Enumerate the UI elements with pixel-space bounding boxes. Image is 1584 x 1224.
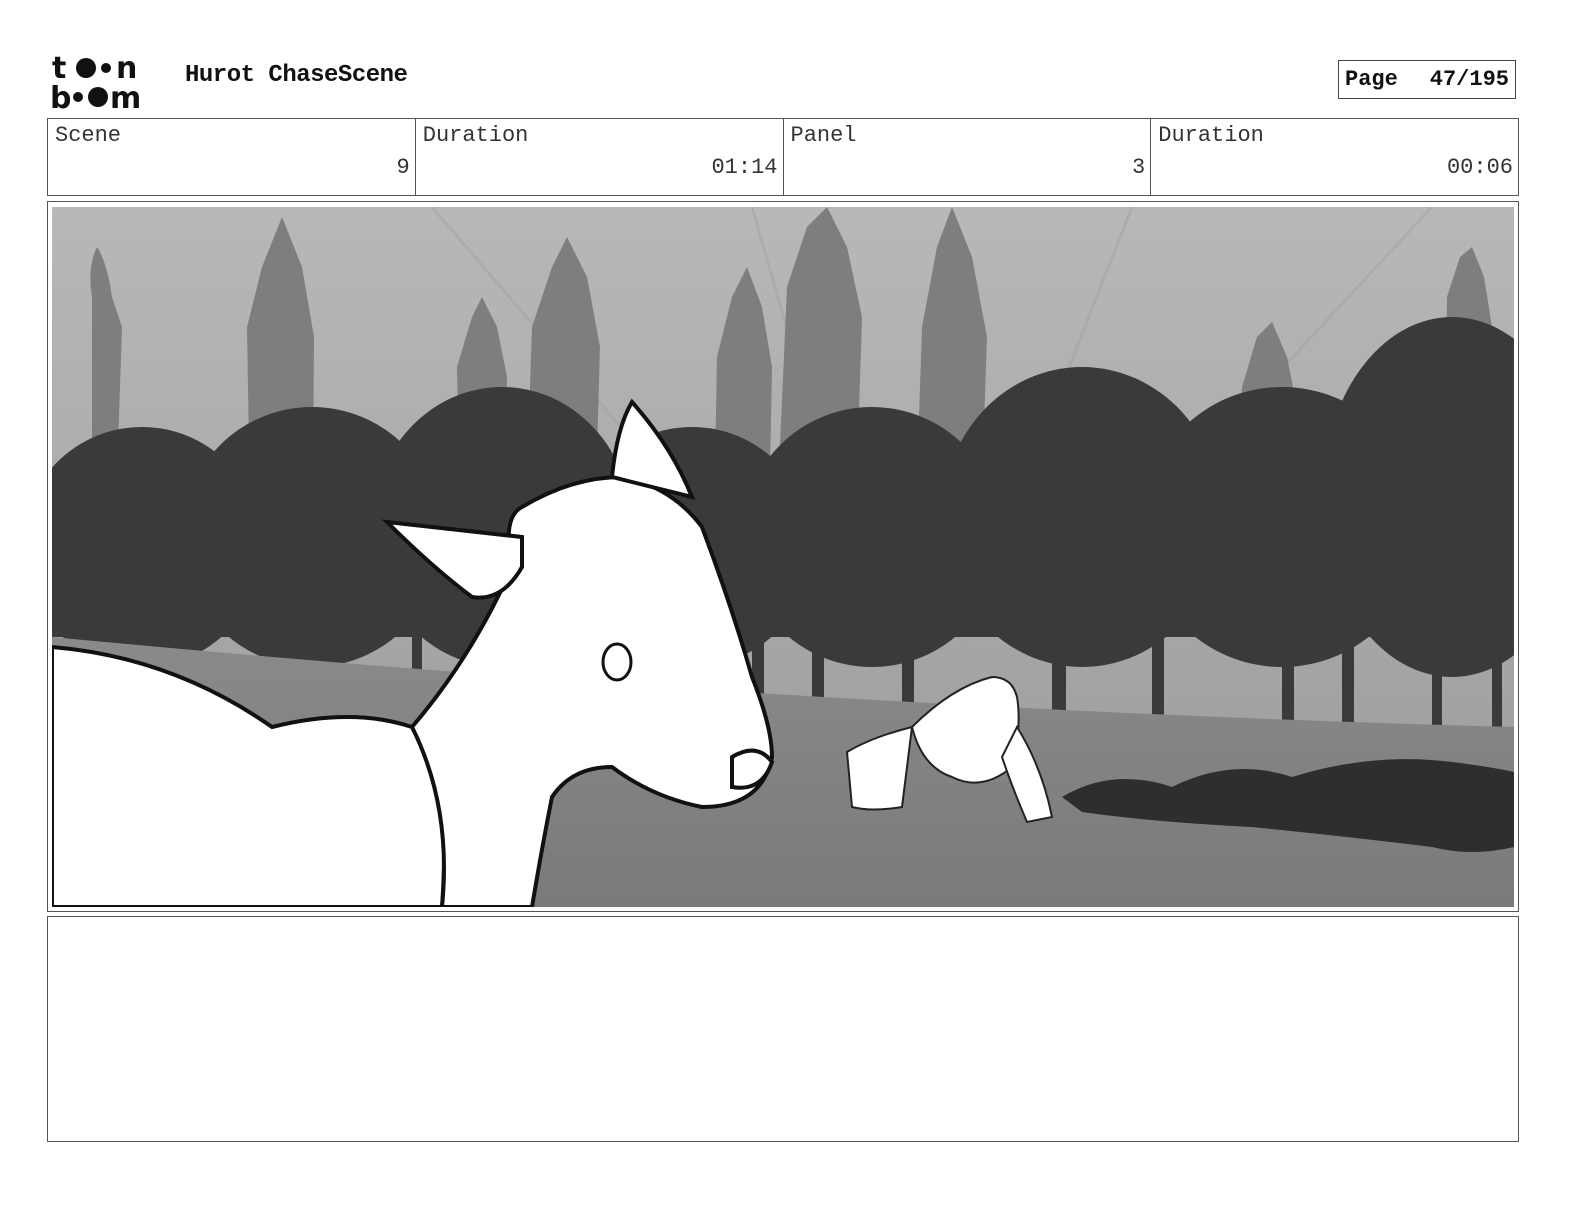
scene-duration-cell: Duration 01:14	[416, 119, 784, 195]
panel-duration-label: Duration	[1158, 123, 1264, 148]
page-indicator: Page 47/195	[1338, 60, 1516, 99]
scene-number: 9	[396, 155, 410, 180]
project-title: Hurot ChaseScene	[185, 62, 408, 89]
storyboard-panel-frame	[47, 201, 1519, 912]
page-number: 47/195	[1429, 67, 1509, 92]
panel-number: 3	[1132, 155, 1146, 180]
page-label: Page	[1345, 67, 1398, 92]
scene-duration-value: 01:14	[711, 155, 778, 180]
storyboard-panel-image	[52, 207, 1514, 907]
panel-cell: Panel 3	[784, 119, 1152, 195]
panel-info-row: Scene 9 Duration 01:14 Panel 3 Duration …	[47, 118, 1519, 196]
panel-label: Panel	[790, 123, 857, 148]
scene-duration-label: Duration	[422, 123, 529, 148]
panel-duration-value: 00:06	[1446, 155, 1513, 180]
scene-label: Scene	[55, 123, 122, 148]
panel-duration-cell: Duration 00:06	[1151, 119, 1518, 195]
panel-notes-box	[47, 916, 1519, 1142]
svg-text:b: b	[50, 81, 71, 112]
scene-cell: Scene 9	[48, 119, 416, 195]
svg-text:m: m	[110, 81, 141, 112]
toon-boom-logo: t n b m	[50, 50, 162, 112]
